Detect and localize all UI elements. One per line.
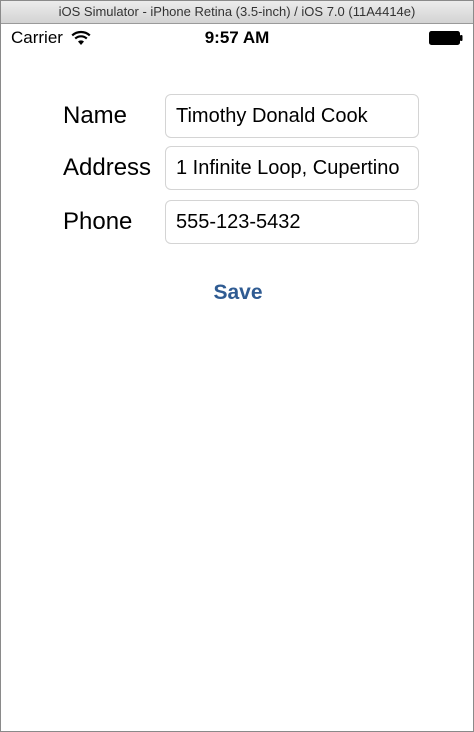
status-time: 9:57 AM	[204, 28, 270, 47]
address-field[interactable]: 1 Infinite Loop, Cupertino	[165, 146, 419, 190]
phone-label: Phone	[63, 208, 133, 235]
phone-row: Phone 555-123-5432	[63, 200, 419, 244]
simulator-window: iOS Simulator - iPhone Retina (3.5-inch)…	[0, 0, 474, 732]
window-titlebar: iOS Simulator - iPhone Retina (3.5-inch)…	[1, 1, 473, 24]
name-field[interactable]: Timothy Donald Cook	[165, 94, 419, 138]
device-screen: Carrier 9:57 AM Name Timothy Donald Cook…	[1, 24, 473, 731]
name-label: Name	[63, 102, 128, 129]
phone-field[interactable]: 555-123-5432	[165, 200, 419, 244]
status-bar: Carrier 9:57 AM	[1, 24, 473, 52]
address-label: Address	[63, 154, 152, 181]
battery-icon	[429, 31, 463, 45]
save-button[interactable]: Save	[188, 276, 288, 310]
name-row: Name Timothy Donald Cook	[63, 94, 419, 138]
address-row: Address 1 Infinite Loop, Cupertino	[63, 146, 419, 190]
